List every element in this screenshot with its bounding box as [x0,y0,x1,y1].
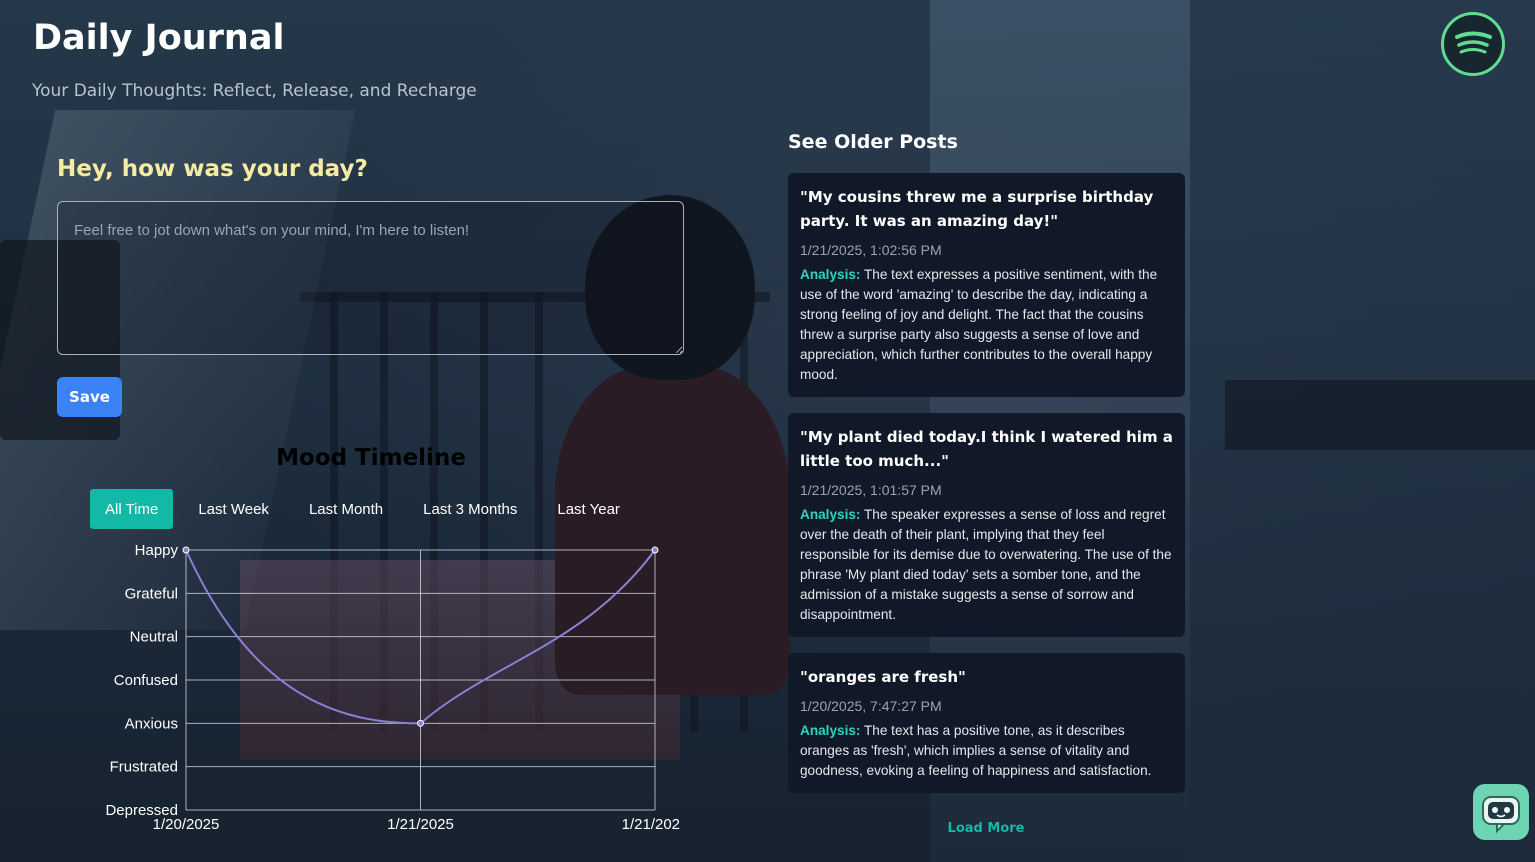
mood-point [182,546,190,554]
y-tick-label: Anxious [125,715,178,732]
y-tick-label: Frustrated [110,759,178,776]
spotify-button[interactable] [1441,12,1505,76]
mood-point [417,719,424,727]
post-date: 1/21/2025, 1:01:57 PM [800,482,942,498]
y-tick-label: Confused [114,672,178,689]
y-tick-label: Happy [135,542,179,559]
load-more-button[interactable]: Load More [935,817,1037,839]
analysis-label: Analysis: [800,267,861,282]
chatbot-icon [1482,796,1520,834]
x-tick-label: 1/21/2025 [387,816,454,833]
journal-entry-input[interactable] [57,201,684,355]
post-card: "oranges are fresh" 1/20/2025, 7:47:27 P… [788,653,1185,793]
app-title: Daily Journal [33,18,285,58]
post-date: 1/20/2025, 7:47:27 PM [800,698,942,714]
save-button[interactable]: Save [57,377,122,417]
post-date: 1/21/2025, 1:02:56 PM [800,242,942,258]
post-title: "oranges are fresh" [800,668,966,686]
older-posts-title: See Older Posts [788,131,958,153]
analysis-text: The text expresses a positive sentiment,… [800,267,1158,382]
analysis-label: Analysis: [800,723,861,738]
chatbot-button[interactable] [1473,784,1529,840]
chart-title: Mood Timeline [276,445,466,471]
post-analysis: Analysis: The text expresses a positive … [800,265,1173,385]
filter-last-week[interactable]: Last Week [183,489,284,529]
app-subtitle: Your Daily Thoughts: Reflect, Release, a… [32,81,477,101]
filter-last-3-months[interactable]: Last 3 Months [408,489,532,529]
analysis-label: Analysis: [800,507,861,522]
time-filter-group: All Time Last Week Last Month Last 3 Mon… [90,489,645,529]
post-card: "My cousins threw me a surprise birthday… [788,173,1185,397]
filter-all-time[interactable]: All Time [90,489,174,529]
y-tick-label: Neutral [130,629,178,646]
mood-chart: DepressedFrustratedAnxiousConfusedNeutra… [105,542,680,833]
mood-point [651,546,659,554]
analysis-text: The speaker expresses a sense of loss an… [800,507,1172,622]
x-tick-label: 1/20/2025 [153,816,220,833]
y-tick-label: Grateful [125,585,178,602]
x-tick-label: 1/21/2025 [622,816,680,833]
filter-last-year[interactable]: Last Year [542,489,635,529]
post-title: "My plant died today.I think I watered h… [800,428,1173,470]
post-card: "My plant died today.I think I watered h… [788,413,1185,637]
journal-prompt: Hey, how was your day? [57,156,368,182]
post-analysis: Analysis: The speaker expresses a sense … [800,505,1173,625]
filter-last-month[interactable]: Last Month [294,489,398,529]
spotify-icon [1455,31,1492,54]
post-analysis: Analysis: The text has a positive tone, … [800,721,1173,781]
post-title: "My cousins threw me a surprise birthday… [800,188,1154,230]
